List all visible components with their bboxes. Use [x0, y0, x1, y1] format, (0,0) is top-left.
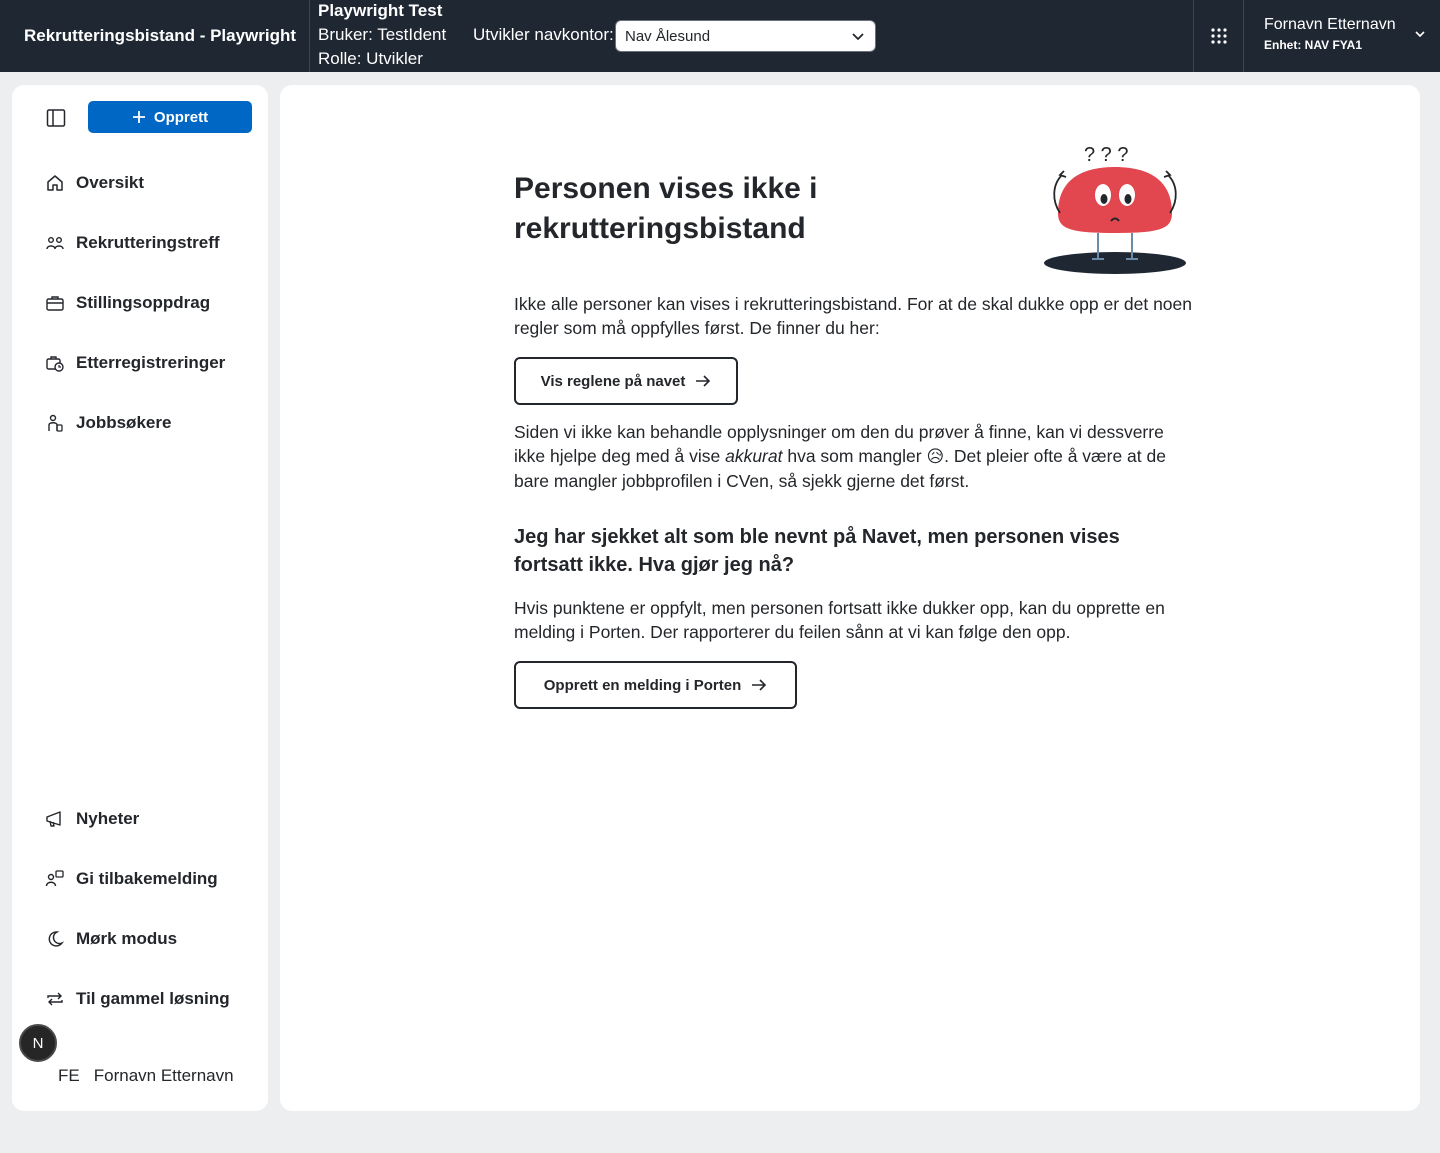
dev-role: Rolle: Utvikler — [318, 49, 423, 68]
sidebar-item-label: Stillingsoppdrag — [76, 293, 211, 312]
dev-name: Playwright Test — [318, 1, 443, 20]
moon-icon — [45, 929, 65, 949]
user-menu-button[interactable]: Fornavn Etternavn Enhet: NAV FYA1 — [1244, 0, 1440, 72]
sad-emoji-icon: 😥 — [926, 447, 945, 466]
help-text: Hvis punktene er oppfylt, men personen f… — [514, 598, 1165, 642]
page-title: Personen vises ikke i rekrutteringsbista… — [514, 172, 818, 245]
sidebar-panel-icon — [46, 109, 66, 127]
rules-link-label: Vis reglene på navet — [540, 372, 686, 390]
sidebar-item-label: Jobbsøkere — [76, 413, 172, 432]
office-select[interactable]: Nav Ålesund — [615, 20, 876, 52]
rules-link-button[interactable]: Vis reglene på navet — [514, 357, 738, 405]
intro-text: Ikke alle personer kan vises i rekrutter… — [514, 294, 1193, 338]
plus-icon — [132, 111, 145, 123]
create-button[interactable]: Opprett — [88, 101, 252, 133]
top-bar: Rekrutteringsbistand - Playwright Playwr… — [0, 0, 1440, 72]
office-label: Utvikler navkontor: — [473, 25, 614, 44]
sidebar-item-nyheter[interactable]: Nyheter — [45, 809, 139, 829]
faq-heading: Jeg har sjekket alt som ble nevnt på Nav… — [514, 526, 1120, 576]
office-select-value: Nav Ålesund — [625, 27, 711, 45]
feedback-icon — [45, 869, 65, 889]
briefcase-clock-icon — [45, 353, 65, 373]
apps-menu-button[interactable] — [1194, 0, 1244, 72]
sidebar-item-etterregistreringer[interactable]: Etterregistreringer — [45, 353, 225, 373]
grid-icon — [1210, 28, 1227, 44]
app-title[interactable]: Rekrutteringsbistand - Playwright — [0, 0, 310, 72]
sidebar-item-label: Rekrutteringstreff — [76, 233, 220, 252]
sidebar-item-jobbsokere[interactable]: Jobbsøkere — [45, 413, 171, 433]
sidebar-item-label: Etterregistreringer — [76, 353, 226, 372]
sidebar-item-old-solution[interactable]: Til gammel løsning — [45, 989, 230, 1009]
confused-figure-illustration: ? ? ? — [1040, 135, 1190, 280]
sidebar-user-name: Fornavn Etternavn — [93, 1066, 234, 1085]
arrow-right-icon — [696, 375, 711, 387]
home-icon — [45, 173, 65, 193]
sidebar-item-feedback[interactable]: Gi tilbakemelding — [45, 869, 218, 889]
sidebar-item-stillingsoppdrag[interactable]: Stillingsoppdrag — [45, 293, 210, 313]
sidebar-item-label: Nyheter — [76, 809, 140, 828]
sidebar-item-label: Mørk modus — [76, 929, 178, 948]
sidebar: Opprett Oversikt Rekrutteringstreff Stil… — [12, 85, 268, 1111]
porten-link-label: Opprett en melding i Porten — [543, 676, 742, 694]
arrows-swap-icon — [45, 989, 65, 1009]
explanation-text: Siden vi ikke kan behandle opplysninger … — [514, 420, 1194, 493]
porten-link-button[interactable]: Opprett en melding i Porten — [514, 661, 797, 709]
user-unit: Enhet: NAV FYA1 — [1264, 38, 1363, 52]
person-icon — [45, 413, 65, 433]
briefcase-icon — [45, 293, 65, 313]
megaphone-icon — [45, 809, 65, 829]
user-name: Fornavn Etternavn — [1264, 16, 1396, 33]
arrow-right-icon — [752, 679, 767, 691]
dev-panel: Playwright Test Bruker: TestIdent Rolle:… — [310, 0, 1194, 72]
sidebar-user[interactable]: FE Fornavn Etternavn — [58, 1066, 234, 1086]
sidebar-toggle-button[interactable] — [43, 105, 69, 131]
explanation-emphasis: akkurat — [725, 446, 783, 466]
chevron-down-icon — [852, 33, 864, 41]
chevron-down-icon — [1415, 31, 1425, 38]
sidebar-item-rekrutteringstreff[interactable]: Rekrutteringstreff — [45, 233, 220, 253]
explanation-part: hva som mangler — [782, 446, 927, 466]
sidebar-item-label: Gi tilbakemelding — [76, 869, 218, 888]
svg-text:? ? ?: ? ? ? — [1084, 144, 1128, 166]
sidebar-item-label: Til gammel løsning — [76, 989, 230, 1008]
dev-user: Bruker: TestIdent — [318, 25, 447, 44]
sidebar-item-label: Oversikt — [76, 173, 145, 192]
devtools-avatar-button[interactable]: N — [19, 1024, 57, 1062]
sidebar-item-dark-mode[interactable]: Mørk modus — [45, 929, 177, 949]
user-initials: FE — [58, 1066, 80, 1085]
sidebar-item-oversikt[interactable]: Oversikt — [45, 173, 144, 193]
people-icon — [45, 233, 65, 253]
create-button-label: Opprett — [153, 108, 209, 126]
main-panel: Personen vises ikke i rekrutteringsbista… — [280, 85, 1420, 1111]
